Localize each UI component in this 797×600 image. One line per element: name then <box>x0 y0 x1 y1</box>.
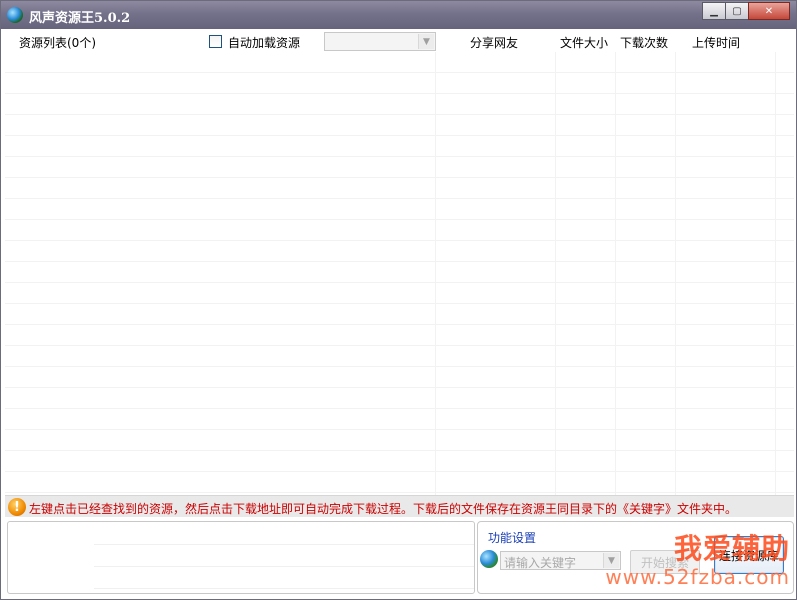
results-list[interactable] <box>5 52 794 495</box>
column-divider <box>615 52 616 495</box>
maximize-button[interactable]: ▢ <box>725 2 749 20</box>
column-divider <box>775 52 776 495</box>
auto-load-label[interactable]: 自动加载资源 <box>228 34 300 51</box>
divider <box>94 566 474 567</box>
column-divider <box>555 52 556 495</box>
info-bar: ! 左键点击已经查找到的资源，然后点击下载地址即可自动完成下载过程。下载后的文件… <box>5 495 794 517</box>
window-controls: ▁ ▢ ✕ <box>702 2 790 20</box>
resource-source-select[interactable]: ▼ <box>324 32 436 51</box>
chevron-down-icon[interactable]: ▼ <box>603 553 619 568</box>
column-header-file-size[interactable]: 文件大小 <box>560 34 608 51</box>
app-globe-icon <box>7 7 23 23</box>
title-bar[interactable]: 风声资源王5.0.2 ▁ ▢ ✕ <box>1 1 796 29</box>
warning-icon: ! <box>8 498 26 516</box>
keyword-placeholder: 请输入关键字 <box>504 556 577 570</box>
resource-list-label: 资源列表(0个) <box>19 36 96 50</box>
window-title: 风声资源王5.0.2 <box>29 11 131 26</box>
column-divider <box>675 52 676 495</box>
connect-library-button[interactable]: 连接资源库 <box>714 536 784 574</box>
column-header-upload-time[interactable]: 上传时间 <box>692 34 740 51</box>
column-divider <box>435 52 436 495</box>
keyword-input[interactable]: 请输入关键字 ▼ <box>500 551 621 570</box>
minimize-button[interactable]: ▁ <box>702 2 726 20</box>
info-message: 左键点击已经查找到的资源，然后点击下载地址即可自动完成下载过程。下载后的文件保存… <box>29 502 738 516</box>
close-button[interactable]: ✕ <box>748 2 790 20</box>
globe-icon <box>480 550 498 568</box>
list-header: 资源列表(0个) 自动加载资源 ▼ 分享网友 文件大小 下载次数 上传时间 <box>1 30 796 52</box>
divider <box>94 588 474 589</box>
function-settings-label: 功能设置 <box>488 531 537 545</box>
log-panel[interactable] <box>7 521 475 594</box>
column-header-download-count[interactable]: 下载次数 <box>620 34 668 51</box>
app-window: 风声资源王5.0.2 ▁ ▢ ✕ 资源列表(0个) 自动加载资源 ▼ 分享网友 … <box>0 0 797 600</box>
start-search-button[interactable]: 开始搜索 <box>630 550 700 574</box>
auto-load-checkbox[interactable] <box>209 35 222 48</box>
column-header-sharer[interactable]: 分享网友 <box>470 34 518 51</box>
function-settings-group: 功能设置 请输入关键字 ▼ 开始搜索 连接资源库 <box>477 521 794 594</box>
divider <box>94 544 474 545</box>
chevron-down-icon[interactable]: ▼ <box>418 34 434 49</box>
